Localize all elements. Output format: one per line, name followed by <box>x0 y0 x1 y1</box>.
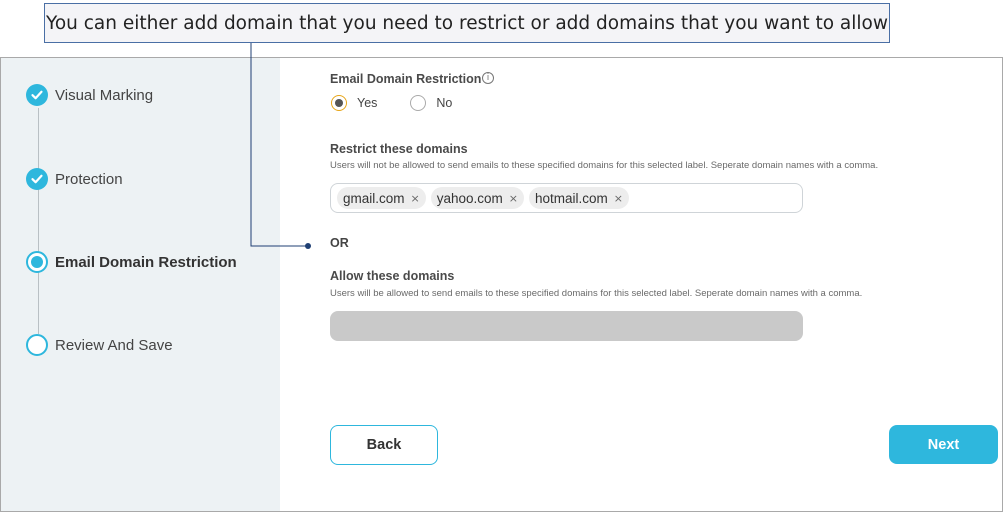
domain-chip: hotmail.com × <box>529 187 629 209</box>
allow-domains-title: Allow these domains <box>330 269 455 283</box>
domain-chip: gmail.com × <box>337 187 426 209</box>
step-complete-check-icon <box>26 84 48 106</box>
radio-no[interactable] <box>410 95 427 111</box>
domain-chip-label: gmail.com <box>343 190 405 206</box>
steps-connector-line <box>38 108 39 334</box>
or-separator: OR <box>330 236 349 250</box>
restrict-domains-helper: Users will not be allowed to send emails… <box>330 160 879 171</box>
remove-chip-icon[interactable]: × <box>411 192 420 205</box>
remove-chip-icon[interactable]: × <box>614 192 623 205</box>
wizard-sidebar <box>1 58 280 511</box>
restrict-domains-title: Restrict these domains <box>330 142 468 156</box>
info-icon[interactable]: i <box>482 72 494 84</box>
back-button[interactable]: Back <box>330 425 438 465</box>
domain-chip-label: yahoo.com <box>436 190 503 206</box>
radio-option-no[interactable]: No <box>410 95 452 111</box>
allow-domains-helper: Users will be allowed to send emails to … <box>330 288 863 299</box>
step-label: Visual Marking <box>55 86 154 104</box>
step-email-domain-restriction[interactable]: Email Domain Restriction <box>26 250 237 274</box>
domain-chip-label: hotmail.com <box>535 190 608 206</box>
remove-chip-icon[interactable]: × <box>509 192 518 205</box>
step-visual-marking[interactable]: Visual Marking <box>26 83 153 107</box>
restriction-radio-group: Yes No <box>331 95 452 111</box>
step-protection[interactable]: Protection <box>26 167 123 191</box>
restriction-title: Email Domain Restriction <box>330 72 482 86</box>
allow-domains-input-disabled <box>330 311 803 341</box>
radio-label-yes: Yes <box>357 96 378 110</box>
step-review-and-save[interactable]: Review And Save <box>26 333 173 357</box>
instruction-callout: You can either add domain that you need … <box>44 3 890 43</box>
radio-yes-selected[interactable] <box>331 95 347 111</box>
step-current-icon <box>26 251 48 273</box>
step-complete-check-icon <box>26 168 48 190</box>
restrict-domains-input[interactable]: gmail.com × yahoo.com × hotmail.com × <box>330 183 803 213</box>
radio-option-yes[interactable]: Yes <box>331 95 377 111</box>
radio-label-no: No <box>436 96 453 110</box>
next-button[interactable]: Next <box>889 425 998 464</box>
step-label: Email Domain Restriction <box>55 253 237 271</box>
domain-chip: yahoo.com × <box>430 187 524 209</box>
step-pending-icon <box>26 334 48 356</box>
step-label: Review And Save <box>55 336 173 354</box>
step-label: Protection <box>55 170 123 188</box>
